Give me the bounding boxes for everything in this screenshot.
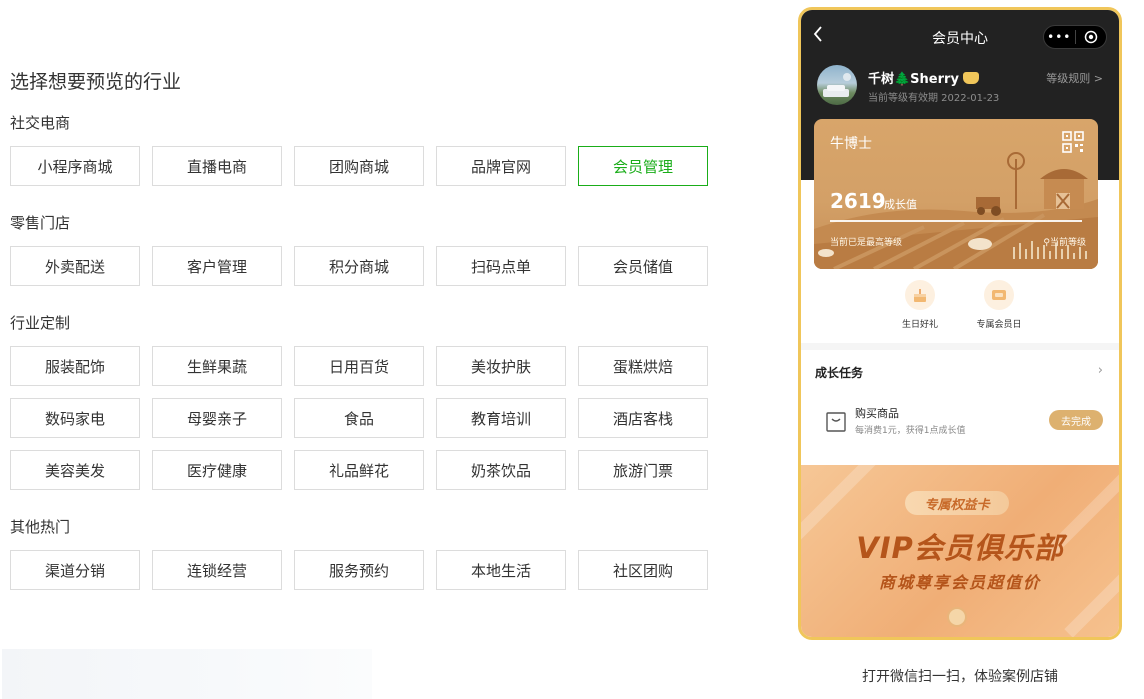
industry-button[interactable]: 本地生活 bbox=[436, 550, 566, 590]
button-row: 服装配饰 生鲜果蔬 日用百货 美妆护肤 蛋糕烘焙 bbox=[10, 346, 708, 386]
industry-button[interactable]: 积分商城 bbox=[294, 246, 424, 286]
industry-button[interactable]: 日用百货 bbox=[294, 346, 424, 386]
member-card[interactable]: 牛博士 2619 成长值 当前已是最高等级 ⚲当前等级 bbox=[814, 119, 1098, 269]
cake-icon bbox=[905, 280, 935, 310]
target-icon[interactable] bbox=[1076, 30, 1107, 44]
industry-button[interactable]: 酒店客栈 bbox=[578, 398, 708, 438]
card-level-hint: 当前已是最高等级 bbox=[830, 238, 903, 248]
industry-button[interactable]: 母婴亲子 bbox=[152, 398, 282, 438]
industry-button[interactable]: 服装配饰 bbox=[10, 346, 140, 386]
banner-subtitle: 商城尊享会员超值价 bbox=[878, 573, 1041, 592]
industry-button[interactable]: 渠道分销 bbox=[10, 550, 140, 590]
coin-icon bbox=[947, 607, 967, 627]
button-row: 外卖配送 客户管理 积分商城 扫码点单 会员储值 bbox=[10, 246, 708, 286]
industry-button[interactable]: 连锁经营 bbox=[152, 550, 282, 590]
section-title-custom: 行业定制 bbox=[10, 314, 71, 332]
industry-button-active[interactable]: 会员管理 bbox=[578, 146, 708, 186]
industry-button[interactable]: 蛋糕烘焙 bbox=[578, 346, 708, 386]
industry-button[interactable]: 医疗健康 bbox=[152, 450, 282, 490]
complete-task-button[interactable]: 去完成 bbox=[1049, 410, 1103, 430]
section-title-other: 其他热门 bbox=[10, 518, 71, 536]
button-row: 渠道分销 连锁经营 服务预约 本地生活 社区团购 bbox=[10, 550, 708, 590]
section-divider bbox=[801, 343, 1119, 350]
chevron-right-icon[interactable]: › bbox=[1098, 363, 1103, 378]
location-pin-icon: ⚲ bbox=[1043, 238, 1050, 248]
industry-button[interactable]: 食品 bbox=[294, 398, 424, 438]
button-row: 数码家电 母婴亲子 食品 教育培训 酒店客栈 bbox=[10, 398, 708, 438]
industry-button[interactable]: 服务预约 bbox=[294, 550, 424, 590]
card-level-name: 牛博士 bbox=[830, 136, 872, 152]
industry-button[interactable]: 外卖配送 bbox=[10, 246, 140, 286]
vip-card-icon bbox=[984, 280, 1014, 310]
user-name: 千树🌲Sherry bbox=[868, 68, 979, 87]
shopping-bag-icon bbox=[826, 412, 846, 432]
perk-birthday[interactable]: 生日好礼 bbox=[885, 280, 955, 330]
level-rule-link[interactable]: 等级规则 > bbox=[1046, 70, 1103, 86]
industry-button[interactable]: 美妆护肤 bbox=[436, 346, 566, 386]
industry-button[interactable]: 礼品鲜花 bbox=[294, 450, 424, 490]
faded-placeholder-block bbox=[2, 649, 372, 699]
section-title-social-commerce: 社交电商 bbox=[10, 114, 71, 132]
banner-title: VIP会员俱乐部 bbox=[856, 531, 1064, 565]
growth-tasks-title: 成长任务 bbox=[815, 366, 864, 380]
industry-button[interactable]: 美容美发 bbox=[10, 450, 140, 490]
section-title-retail: 零售门店 bbox=[10, 214, 71, 232]
current-level-marker: ⚲当前等级 bbox=[1043, 235, 1086, 248]
industry-button[interactable]: 客户管理 bbox=[152, 246, 282, 286]
button-row: 小程序商城 直播电商 团购商城 品牌官网 会员管理 bbox=[10, 146, 708, 186]
industry-button[interactable]: 品牌官网 bbox=[436, 146, 566, 186]
phone-preview: 会员中心 ••• 千树🌲Sherry 当前等级有效期 2022-01-23 等级… bbox=[798, 7, 1122, 640]
user-name-text: 千树🌲Sherry bbox=[868, 72, 959, 87]
industry-button[interactable]: 教育培训 bbox=[436, 398, 566, 438]
industry-button[interactable]: 直播电商 bbox=[152, 146, 282, 186]
current-level-label: 当前等级 bbox=[1049, 238, 1086, 248]
perk-label: 专属会员日 bbox=[976, 320, 1022, 330]
perk-member-day[interactable]: 专属会员日 bbox=[964, 280, 1034, 330]
more-dots-icon[interactable]: ••• bbox=[1044, 31, 1075, 43]
industry-button[interactable]: 小程序商城 bbox=[10, 146, 140, 186]
industry-button[interactable]: 数码家电 bbox=[10, 398, 140, 438]
task-description: 每消费1元，获得1点成长值 bbox=[855, 426, 966, 436]
industry-button[interactable]: 会员储值 bbox=[578, 246, 708, 286]
level-validity: 当前等级有效期 2022-01-23 bbox=[868, 93, 1000, 104]
vip-promo-banner[interactable]: 专属权益卡 VIP会员俱乐部 商城尊享会员超值价 bbox=[801, 465, 1119, 637]
growth-progress-bar bbox=[830, 220, 1082, 222]
growth-value-unit: 成长值 bbox=[884, 198, 917, 211]
mini-program-capsule: ••• bbox=[1043, 25, 1107, 49]
page-title: 选择想要预览的行业 bbox=[10, 71, 182, 93]
scan-caption: 打开微信扫一扫，体验案例店铺 bbox=[862, 669, 1058, 685]
industry-button[interactable]: 团购商城 bbox=[294, 146, 424, 186]
member-badge-icon bbox=[962, 72, 979, 84]
industry-button[interactable]: 扫码点单 bbox=[436, 246, 566, 286]
avatar[interactable] bbox=[817, 65, 857, 105]
industry-button[interactable]: 生鲜果蔬 bbox=[152, 346, 282, 386]
button-row: 美容美发 医疗健康 礼品鲜花 奶茶饮品 旅游门票 bbox=[10, 450, 708, 490]
industry-button[interactable]: 旅游门票 bbox=[578, 450, 708, 490]
qr-code-icon[interactable] bbox=[1062, 131, 1084, 153]
industry-button[interactable]: 奶茶饮品 bbox=[436, 450, 566, 490]
task-name: 购买商品 bbox=[855, 407, 899, 420]
perk-label: 生日好礼 bbox=[901, 320, 938, 330]
growth-value: 2619 bbox=[830, 189, 886, 213]
industry-button[interactable]: 社区团购 bbox=[578, 550, 708, 590]
banner-tag: 专属权益卡 bbox=[905, 491, 1009, 515]
